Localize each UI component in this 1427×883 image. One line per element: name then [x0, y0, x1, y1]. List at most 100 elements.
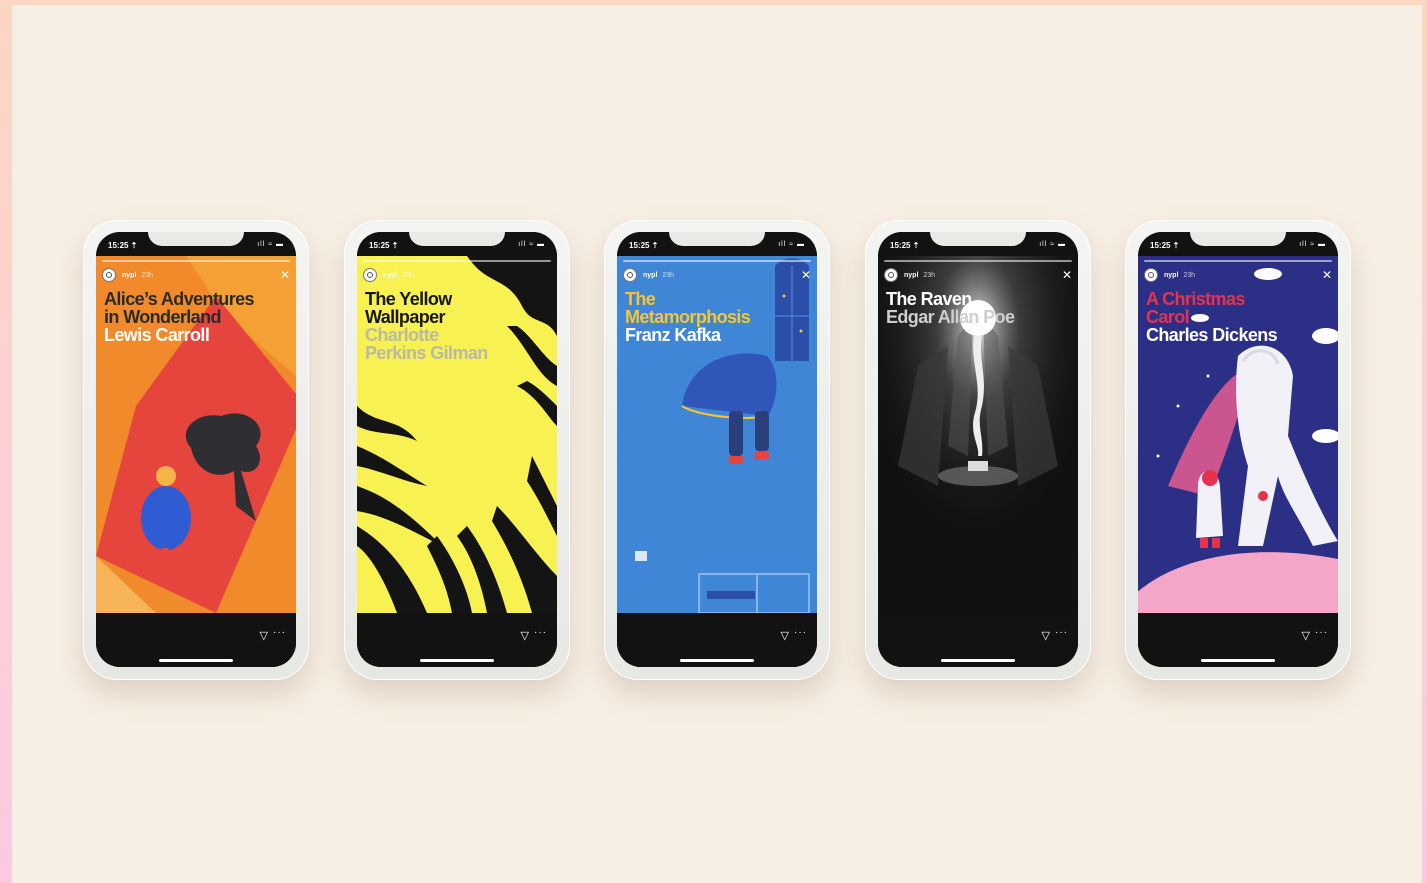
- more-icon[interactable]: ···: [794, 627, 807, 638]
- status-time: 15:25 ⇡: [369, 241, 399, 250]
- close-icon[interactable]: ✕: [1062, 269, 1072, 281]
- story-header: nypl 23h ✕: [884, 267, 1072, 283]
- phone-screen: 15:25 ⇡ ıll ≈ ▬: [617, 232, 817, 667]
- book-author-line: Perkins Gilman: [365, 343, 488, 363]
- home-indicator: [420, 659, 494, 662]
- story-christmas-carol[interactable]: nypl 23h ✕ A Christmas Carol Charles Dic…: [1138, 256, 1338, 613]
- book-title-line: Carol: [1146, 307, 1190, 327]
- book-author-line: Charlotte: [365, 325, 439, 345]
- story-footer: ▽ ···: [878, 613, 1078, 667]
- story-footer: ▽ ···: [96, 613, 296, 667]
- book-author-line: Franz Kafka: [625, 325, 721, 345]
- account-handle[interactable]: nypl: [643, 272, 657, 279]
- book-title-line: The Raven: [886, 289, 972, 309]
- phone-notch: [409, 232, 505, 246]
- phone-yellow-wallpaper: 15:25 ⇡ ıll ≈ ▬ nypl 23h ✕ The Yellow Wa…: [344, 220, 570, 680]
- book-author-line: Charles Dickens: [1146, 325, 1278, 345]
- more-icon[interactable]: ···: [1315, 627, 1328, 638]
- account-handle[interactable]: nypl: [383, 272, 397, 279]
- more-icon[interactable]: ···: [534, 627, 547, 638]
- nypl-logo-icon[interactable]: [363, 268, 377, 282]
- home-indicator: [680, 659, 754, 662]
- book-title-block: A Christmas Carol Charles Dickens: [1146, 290, 1334, 344]
- close-icon[interactable]: ✕: [801, 269, 811, 281]
- story-header: nypl 23h ✕: [623, 267, 811, 283]
- story-alice[interactable]: nypl 23h ✕ Alice’s Adventures in Wonderl…: [96, 256, 296, 613]
- send-icon[interactable]: ▽: [1302, 629, 1310, 642]
- story-footer: ▽ ···: [1138, 613, 1338, 667]
- phone-alice: 15:25 ⇡ ıll ≈ ▬ nypl 23h ✕ Alice’s Adven…: [83, 220, 309, 680]
- nypl-logo-icon[interactable]: [884, 268, 898, 282]
- post-age: 23h: [662, 271, 675, 279]
- story-progress-bar: [623, 260, 811, 262]
- status-icons: ıll ≈ ▬: [1039, 241, 1066, 248]
- status-icons: ıll ≈ ▬: [778, 241, 805, 248]
- more-icon[interactable]: ···: [1055, 627, 1068, 638]
- book-title-line: A Christmas: [1146, 289, 1245, 309]
- phone-screen: 15:25 ⇡ ıll ≈ ▬: [1138, 232, 1338, 667]
- book-title-block: The Yellow Wallpaper Charlotte Perkins G…: [365, 290, 553, 362]
- book-title-block: The Metamorphosis Franz Kafka: [625, 290, 813, 344]
- phone-raven: 15:25 ⇡ ıll ≈ ▬ nypl 23h ✕ The Raven Edg…: [865, 220, 1091, 680]
- account-handle[interactable]: nypl: [1164, 272, 1178, 279]
- story-raven[interactable]: nypl 23h ✕ The Raven Edgar Allan Poe: [878, 256, 1078, 613]
- backdrop: 15:25 ⇡ ıll ≈ ▬ nypl 23h ✕ Alice’s Adven…: [12, 5, 1422, 883]
- book-title-line: The Yellow: [365, 289, 452, 309]
- send-icon[interactable]: ▽: [781, 629, 789, 642]
- story-header: nypl 23h ✕: [1144, 267, 1332, 283]
- send-icon[interactable]: ▽: [1042, 629, 1050, 642]
- account-handle[interactable]: nypl: [904, 272, 918, 279]
- status-icons: ıll ≈ ▬: [518, 241, 545, 248]
- close-icon[interactable]: ✕: [541, 269, 551, 281]
- home-indicator: [159, 659, 233, 662]
- status-time: 15:25 ⇡: [890, 241, 920, 250]
- post-age: 23h: [923, 271, 936, 279]
- nypl-logo-icon[interactable]: [1144, 268, 1158, 282]
- phone-metamorphosis: 15:25 ⇡ ıll ≈ ▬ nypl 23h ✕ The Metamorph…: [604, 220, 830, 680]
- home-indicator: [1201, 659, 1275, 662]
- post-age: 23h: [141, 271, 154, 279]
- book-title-line: Wallpaper: [365, 307, 446, 327]
- story-progress-bar: [102, 260, 290, 262]
- send-icon[interactable]: ▽: [260, 629, 268, 642]
- phone-screen: 15:25 ⇡ ıll ≈ ▬: [878, 232, 1078, 667]
- post-age: 23h: [1183, 271, 1196, 279]
- story-metamorphosis[interactable]: nypl 23h ✕ The Metamorphosis Franz Kafka: [617, 256, 817, 613]
- status-icons: ıll ≈ ▬: [257, 241, 284, 248]
- phone-notch: [1190, 232, 1286, 246]
- nypl-logo-icon[interactable]: [623, 268, 637, 282]
- account-handle[interactable]: nypl: [122, 272, 136, 279]
- book-title-block: Alice’s Adventures in Wonderland Lewis C…: [104, 290, 292, 344]
- post-age: 23h: [402, 271, 415, 279]
- book-title-block: The Raven Edgar Allan Poe: [886, 290, 1074, 326]
- book-title-line: in Wonderland: [104, 307, 221, 327]
- status-icons: ıll ≈ ▬: [1299, 241, 1326, 248]
- story-progress-bar: [884, 260, 1072, 262]
- story-progress-bar: [1144, 260, 1332, 262]
- close-icon[interactable]: ✕: [1322, 269, 1332, 281]
- phone-notch: [148, 232, 244, 246]
- status-time: 15:25 ⇡: [629, 241, 659, 250]
- story-header: nypl 23h ✕: [363, 267, 551, 283]
- story-footer: ▽ ···: [617, 613, 817, 667]
- story-header: nypl 23h ✕: [102, 267, 290, 283]
- book-author-line: Edgar Allan Poe: [886, 307, 1015, 327]
- nypl-logo-icon[interactable]: [102, 268, 116, 282]
- more-icon[interactable]: ···: [273, 627, 286, 638]
- status-time: 15:25 ⇡: [108, 241, 138, 250]
- book-title-line: Metamorphosis: [625, 307, 751, 327]
- book-author-line: Lewis Carroll: [104, 325, 210, 345]
- close-icon[interactable]: ✕: [280, 269, 290, 281]
- book-title-line: The: [625, 289, 656, 309]
- phone-notch: [669, 232, 765, 246]
- status-time: 15:25 ⇡: [1150, 241, 1180, 250]
- phone-notch: [930, 232, 1026, 246]
- book-title-line: Alice’s Adventures: [104, 289, 255, 309]
- story-yellow-wallpaper[interactable]: nypl 23h ✕ The Yellow Wallpaper Charlott…: [357, 256, 557, 613]
- story-footer: ▽ ···: [357, 613, 557, 667]
- story-progress-bar: [363, 260, 551, 262]
- phone-screen: 15:25 ⇡ ıll ≈ ▬ nypl 23h ✕ Alice’s Adven…: [96, 232, 296, 667]
- send-icon[interactable]: ▽: [521, 629, 529, 642]
- home-indicator: [941, 659, 1015, 662]
- phone-screen: 15:25 ⇡ ıll ≈ ▬: [357, 232, 557, 667]
